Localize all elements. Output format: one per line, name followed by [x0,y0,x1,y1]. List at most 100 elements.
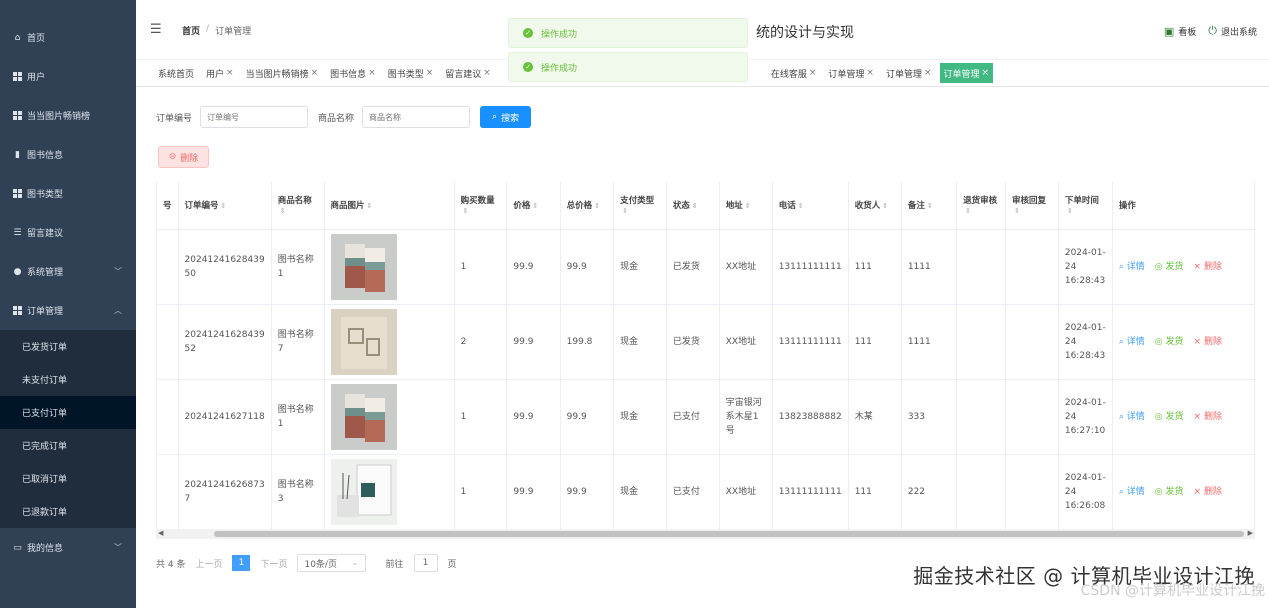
close-icon[interactable]: × [982,68,990,78]
sort-icon[interactable]: ⇕ [532,202,538,210]
column-header[interactable]: 商品名称⇕ [271,181,325,230]
column-header[interactable]: 收货人 ⇕ [848,181,902,230]
submenu-unpaid[interactable]: 未支付订单 [0,363,136,396]
close-icon[interactable]: × [924,68,932,78]
submenu-refunded[interactable]: 已退款订单 [0,495,136,528]
tab-online-service[interactable]: 在线客服 × [767,63,821,83]
sidebar-item-feedback[interactable]: ☰ 留言建议 [0,213,136,252]
tab-orders-1[interactable]: 订单管理 × [824,63,878,83]
sort-icon[interactable]: ⇕ [1014,207,1020,215]
column-header[interactable]: 商品图片 ⇕ [324,181,455,230]
submenu-cancelled[interactable]: 已取消订单 [0,462,136,495]
cell-total: 99.9 [560,229,615,305]
delete-button[interactable]: × 删除 [1194,485,1222,499]
tab-orders-active[interactable]: 订单管理 × [939,63,994,83]
menu-toggle-icon[interactable]: ☰ [150,22,162,37]
sort-icon[interactable]: ⇕ [280,207,286,215]
column-header[interactable]: 下单时间⇕ [1058,181,1113,230]
tab-feedback[interactable]: 留言建议 × [441,63,495,83]
search-button[interactable]: ⌕ 搜索 [480,106,532,128]
column-header[interactable]: 价格 ⇕ [506,181,561,230]
sidebar-item-book-types[interactable]: 图书类型 [0,174,136,213]
detail-button[interactable]: ⌕ 详情 [1119,410,1145,424]
close-icon[interactable]: × [368,68,376,78]
ship-button[interactable]: ◎ 发货 [1155,335,1184,349]
tab-home[interactable]: 系统首页 [154,63,198,83]
sidebar-item-users[interactable]: 用户 [0,57,136,96]
column-header[interactable]: 购买数量⇕ [454,181,508,230]
page-size-select[interactable]: 10条/页 ⌄ [297,554,366,572]
sort-icon[interactable]: ⇕ [594,202,600,210]
sidebar-item-books[interactable]: ▮ 图书信息 [0,135,136,174]
product-image[interactable] [330,383,448,450]
delete-button[interactable]: × 删除 [1194,335,1222,349]
detail-button[interactable]: ⌕ 详情 [1119,260,1145,274]
sidebar-item-orders[interactable]: 订单管理 ︿ [0,291,136,330]
close-icon[interactable]: × [426,68,434,78]
ship-button[interactable]: ◎ 发货 [1155,485,1184,499]
tab-books[interactable]: 图书信息 × [326,63,380,83]
detail-button[interactable]: ⌕ 详情 [1119,335,1145,349]
sort-icon[interactable]: ⇕ [367,202,373,210]
sort-icon[interactable]: ⇕ [965,207,971,215]
close-icon[interactable]: × [311,68,319,78]
sort-icon[interactable]: ⇕ [882,202,888,210]
scroll-right-icon[interactable]: ▶ [1248,529,1253,537]
submenu-completed[interactable]: 已完成订单 [0,429,136,462]
column-header[interactable]: 订单编号 ⇕ [178,181,272,230]
ship-button[interactable]: ◎ 发货 [1155,410,1184,424]
board-button[interactable]: ▣ 看板 [1164,25,1196,38]
horizontal-scrollbar[interactable]: ◀ ▶ [156,529,1255,539]
column-header[interactable]: 退货审核⇕ [956,181,1007,230]
product-image[interactable] [330,233,448,300]
sort-icon[interactable]: ⇕ [463,207,469,215]
next-page-button[interactable]: 下一页 [260,557,287,570]
column-header[interactable]: 总价格 ⇕ [560,181,615,230]
product-image[interactable] [330,458,448,525]
sort-icon[interactable]: ⇕ [927,202,933,210]
column-header[interactable]: 电话 ⇕ [772,181,849,230]
page-1-button[interactable]: 1 [232,555,251,571]
column-header[interactable]: 备注 ⇕ [901,181,958,230]
product-image[interactable] [330,308,448,375]
delete-button[interactable]: × 删除 [1194,410,1222,424]
toast-text: 操作成功 [541,29,578,40]
column-header-label: 收货人 [854,200,881,211]
sort-icon[interactable]: ⇕ [798,202,804,210]
sidebar-item-bestseller[interactable]: 当当图片畅销榜 [0,96,136,135]
ship-button[interactable]: ◎ 发货 [1155,260,1184,274]
batch-delete-button[interactable]: ⊝ 删除 [158,146,209,168]
order-no-input[interactable] [200,106,309,128]
sort-icon[interactable]: ⇕ [745,202,751,210]
prev-page-button[interactable]: 上一页 [195,557,222,570]
goto-page-input[interactable]: 1 [413,554,438,572]
sort-icon[interactable]: ⇕ [622,207,628,215]
column-header[interactable]: 状态 ⇕ [666,181,720,230]
close-icon[interactable]: × [226,68,234,78]
column-header[interactable]: 支付类型⇕ [613,181,667,230]
delete-button[interactable]: × 删除 [1194,260,1222,274]
product-name-input[interactable] [362,106,471,128]
detail-button[interactable]: ⌕ 详情 [1119,485,1145,499]
tab-bestseller[interactable]: 当当图片畅销榜 × [242,63,323,83]
breadcrumb-home[interactable]: 首页 [182,24,200,37]
tab-users[interactable]: 用户 × [202,63,238,83]
column-header[interactable]: 地址 ⇕ [719,181,773,230]
sidebar-item-my-info[interactable]: ▭ 我的信息 ﹀ [0,528,136,567]
scroll-left-icon[interactable]: ◀ [158,529,163,537]
close-icon[interactable]: × [866,68,874,78]
column-header[interactable]: 审核回复⇕ [1005,181,1059,230]
submenu-shipped[interactable]: 已发货订单 [0,330,136,363]
sidebar-item-system[interactable]: ● 系统管理 ﹀ [0,252,136,291]
close-icon[interactable]: × [809,68,817,78]
scrollbar-thumb[interactable] [214,531,1244,537]
sidebar-item-home[interactable]: ⌂ 首页 [0,18,136,57]
submenu-paid[interactable]: 已支付订单 [0,396,136,429]
tab-orders-2[interactable]: 订单管理 × [882,63,936,83]
sort-icon[interactable]: ⇕ [221,202,227,210]
close-icon[interactable]: × [483,68,491,78]
logout-button[interactable]: ⏻ 退出系统 [1208,24,1257,38]
sort-icon[interactable]: ⇕ [1067,207,1073,215]
sort-icon[interactable]: ⇕ [692,202,698,210]
tab-book-types[interactable]: 图书类型 × [384,63,438,83]
